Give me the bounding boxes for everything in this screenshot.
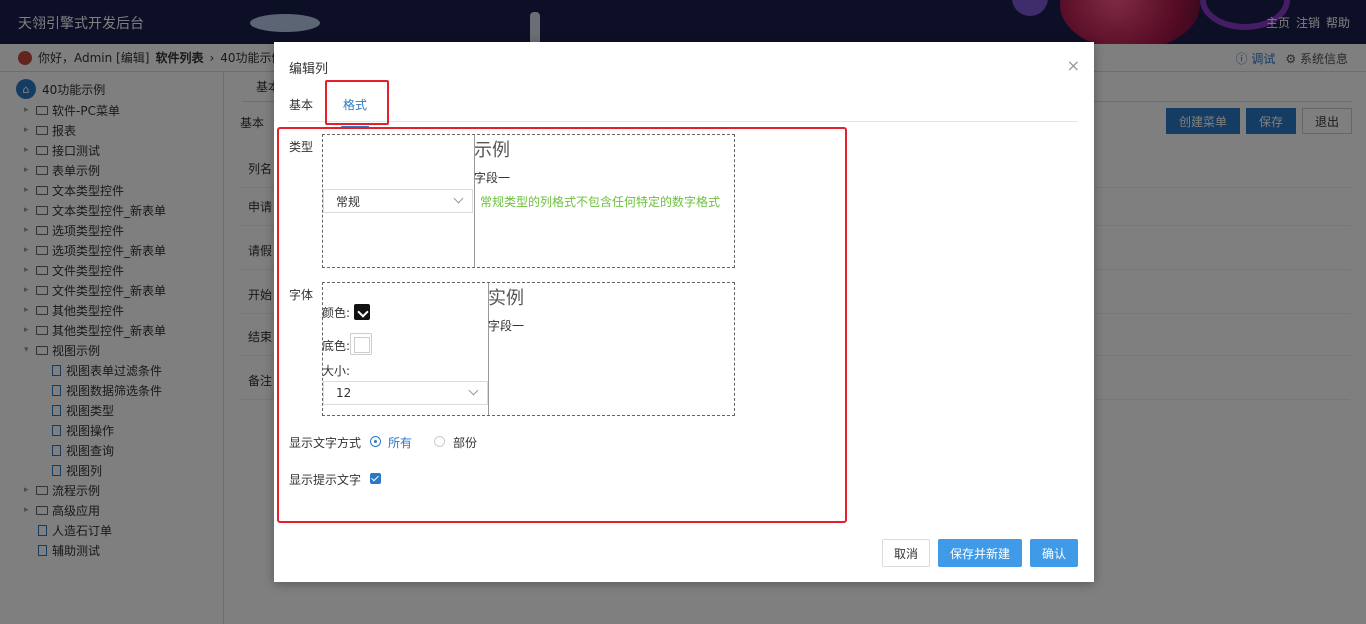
- display-mode-label: 显示文字方式: [289, 436, 362, 450]
- bg-color-picker[interactable]: [350, 333, 372, 355]
- edit-column-dialog: 编辑列 × 基本 格式 类型 常规 示例 字段一 常规类型的列格式不包含任何特定…: [274, 42, 1094, 582]
- color-label: 颜色:: [322, 306, 351, 320]
- save-and-new-button[interactable]: 保存并新建: [938, 539, 1022, 567]
- chevron-down-icon: [453, 193, 464, 204]
- sample-field: 字段一: [488, 319, 525, 333]
- type-select[interactable]: 常规: [323, 189, 473, 213]
- confirm-button[interactable]: 确认: [1030, 539, 1078, 567]
- type-select-value: 常规: [336, 194, 361, 209]
- type-label: 类型: [289, 140, 314, 154]
- cancel-button[interactable]: 取消: [882, 539, 930, 567]
- tab-basic[interactable]: 基本: [289, 96, 313, 113]
- radio-display-part[interactable]: [434, 436, 445, 447]
- example-note: 常规类型的列格式不包含任何特定的数字格式: [480, 195, 721, 209]
- font-size-select[interactable]: 12: [323, 381, 488, 405]
- sample-title: 实例: [488, 288, 524, 309]
- text-color-picker[interactable]: [354, 304, 370, 320]
- close-icon[interactable]: ×: [1067, 56, 1080, 75]
- dialog-tabs: 基本 格式: [288, 86, 1078, 128]
- highlight-annotation-tab: [325, 80, 389, 125]
- radio-display-part-label[interactable]: 部份: [453, 434, 477, 451]
- example-title: 示例: [474, 140, 510, 161]
- show-tip-checkbox[interactable]: [370, 473, 381, 484]
- font-label: 字体: [289, 288, 314, 302]
- show-tip-label: 显示提示文字: [289, 473, 362, 487]
- dialog-title: 编辑列: [289, 62, 329, 77]
- size-label: 大小:: [322, 364, 351, 378]
- bgcolor-label: 底色:: [322, 339, 351, 353]
- chevron-down-icon: [468, 385, 479, 396]
- radio-display-all-label[interactable]: 所有: [388, 434, 412, 451]
- font-size-value: 12: [336, 386, 352, 400]
- example-field: 字段一: [474, 171, 511, 185]
- radio-display-all[interactable]: [370, 436, 381, 447]
